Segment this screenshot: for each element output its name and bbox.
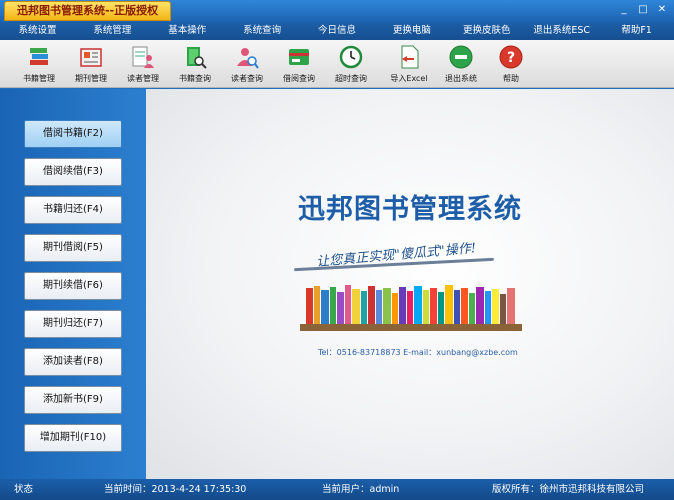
sidebar-borrow-renew[interactable]: 借阅续借(F3) [24, 158, 122, 186]
maximize-button[interactable]: □ [635, 3, 651, 17]
sidebar-add-magazine[interactable]: 增加期刊(F10) [24, 424, 122, 452]
close-button[interactable]: ✕ [654, 3, 670, 17]
menu-system-settings[interactable]: 系统设置 [0, 22, 75, 40]
menu-change-computer[interactable]: 更换电脑 [374, 22, 449, 40]
menu-help[interactable]: 帮助F1 [599, 22, 674, 40]
import-excel-icon [401, 45, 419, 69]
toolbar-reader-management[interactable]: 读者管理 [118, 44, 168, 86]
toolbar-exit-system[interactable]: 退出系统 [436, 44, 486, 86]
toolbar-book-search[interactable]: 书籍查询 [170, 44, 220, 86]
menu-system-management[interactable]: 系统管理 [75, 22, 150, 40]
contact-info: Tel：0516-83718873 E-mail：xunbang@xzbe.co… [318, 348, 518, 357]
sidebar-add-reader[interactable]: 添加读者(F8) [24, 348, 122, 376]
toolbar-overdue-search[interactable]: 超时查询 [326, 44, 376, 86]
svg-text:?: ? [507, 50, 515, 66]
window-title: 迅邦图书管理系统--正版授权 [4, 1, 172, 21]
current-time: 当前时间：2013-4-24 17:35:30 [104, 484, 247, 495]
sidebar-return-magazines[interactable]: 期刊归还(F7) [24, 310, 122, 338]
bookshelf-illustration [300, 285, 522, 331]
book-stack-icon [30, 48, 48, 65]
minimize-button[interactable]: _ [616, 3, 632, 17]
help-icon: ? [499, 45, 523, 69]
sidebar-add-book[interactable]: 添加新书(F9) [24, 386, 122, 414]
menu-exit[interactable]: 退出系统ESC [524, 22, 599, 40]
clock-icon [339, 45, 363, 69]
menu-today-info[interactable]: 今日信息 [300, 22, 375, 40]
sidebar: 借阅书籍(F2) 借阅续借(F3) 书籍归还(F4) 期刊借阅(F5) 期刊续借… [0, 89, 146, 479]
title-bar: 迅邦图书管理系统--正版授权 _ □ ✕ [0, 0, 674, 22]
magazine-icon [80, 48, 102, 67]
copyright: 版权所有：徐州市迅邦科技有限公司 [492, 484, 645, 495]
toolbar-help[interactable]: ? 帮助 [486, 44, 536, 86]
menu-change-skin[interactable]: 更换皮肤色 [449, 22, 524, 40]
sidebar-borrow-books[interactable]: 借阅书籍(F2) [24, 120, 122, 148]
main-panel: 迅邦图书管理系统 让您真正实现"傻瓜式"操作! Tel：0516-8371887… [146, 89, 674, 479]
reader-search-icon [237, 48, 259, 69]
exit-icon [449, 45, 473, 69]
menu-bar: 系统设置 系统管理 基本操作 系统查询 今日信息 更换电脑 更换皮肤色 退出系统… [0, 22, 674, 40]
toolbar-book-management[interactable]: 书籍管理 [14, 44, 64, 86]
book-search-icon [187, 47, 207, 69]
status-label: 状态 [14, 484, 34, 495]
current-user: 当前用户：admin [322, 484, 400, 495]
toolbar: 书籍管理 期刊管理 读者管理 书籍查询 读者查询 借阅查询 超时查询 导入Exc… [0, 40, 674, 88]
toolbar-magazine-management[interactable]: 期刊管理 [66, 44, 116, 86]
borrow-search-icon [289, 49, 309, 65]
sidebar-return-books[interactable]: 书籍归还(F4) [24, 196, 122, 224]
toolbar-borrow-search[interactable]: 借阅查询 [274, 44, 324, 86]
toolbar-import-excel[interactable]: 导入Excel [384, 44, 434, 86]
menu-basic-operations[interactable]: 基本操作 [150, 22, 225, 40]
toolbar-reader-search[interactable]: 读者查询 [222, 44, 272, 86]
app-title: 迅邦图书管理系统 [298, 194, 522, 225]
menu-system-query[interactable]: 系统查询 [225, 22, 300, 40]
sidebar-renew-magazines[interactable]: 期刊续借(F6) [24, 272, 122, 300]
status-bar: 状态 当前时间：2013-4-24 17:35:30 当前用户：admin 版权… [0, 479, 674, 500]
reader-icon [132, 46, 154, 68]
sidebar-borrow-magazines[interactable]: 期刊借阅(F5) [24, 234, 122, 262]
window-controls: _ □ ✕ [616, 3, 670, 17]
